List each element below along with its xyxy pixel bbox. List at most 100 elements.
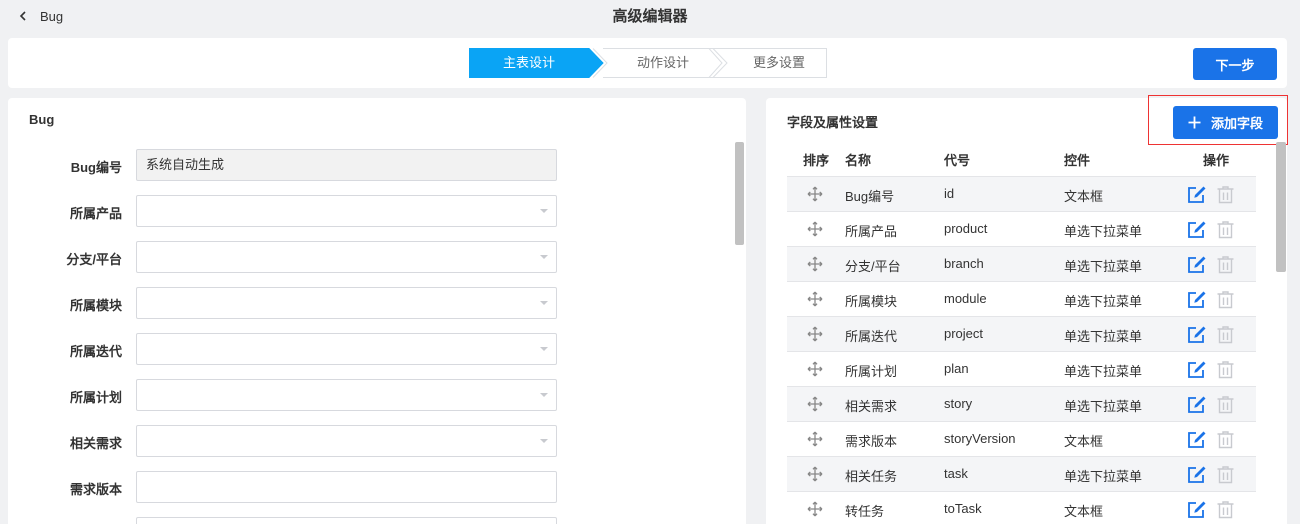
drag-handle-icon[interactable] — [807, 466, 823, 482]
fields-table-scrollbar[interactable] — [1276, 142, 1286, 272]
step-action-design[interactable]: 动作设计 — [603, 48, 723, 78]
form-row-bug-id: Bug编号 系统自动生成 — [8, 149, 746, 181]
field-control: 单选下拉菜单 — [1064, 294, 1143, 309]
caret-down-icon — [540, 255, 548, 259]
caret-down-icon — [540, 209, 548, 213]
story-version-field[interactable] — [136, 471, 557, 503]
delete-icon[interactable] — [1216, 255, 1235, 274]
field-code: branch — [944, 256, 984, 271]
caret-down-icon — [540, 347, 548, 351]
field-control: 单选下拉菜单 — [1064, 364, 1143, 379]
add-field-button[interactable]: 添加字段 — [1173, 106, 1278, 139]
form-scrollbar[interactable] — [735, 142, 744, 245]
form-title: Bug — [29, 112, 55, 127]
drag-handle-icon[interactable] — [807, 186, 823, 202]
plan-select[interactable] — [136, 379, 557, 411]
form-preview-panel: Bug Bug编号 系统自动生成 所属产品 分支/平台 所属模块 所属迭代 所属… — [8, 98, 746, 524]
edit-icon[interactable] — [1187, 325, 1206, 344]
drag-handle-icon[interactable] — [807, 361, 823, 377]
table-row: 相关任务 task 单选下拉菜单 — [787, 456, 1256, 491]
delete-icon[interactable] — [1216, 360, 1235, 379]
field-control: 单选下拉菜单 — [1064, 469, 1143, 484]
delete-icon[interactable] — [1216, 395, 1235, 414]
field-control: 文本框 — [1064, 504, 1104, 519]
next-field[interactable] — [136, 517, 557, 524]
form-row-story: 相关需求 — [8, 425, 746, 457]
field-code: toTask — [944, 501, 982, 516]
table-row: 需求版本 storyVersion 文本框 — [787, 421, 1256, 456]
table-row: Bug编号 id 文本框 — [787, 176, 1256, 211]
edit-icon[interactable] — [1187, 220, 1206, 239]
form-row-iteration: 所属迭代 — [8, 333, 746, 365]
step-wizard: 主表设计 动作设计 更多设置 — [469, 48, 827, 78]
field-label: 所属迭代 — [69, 344, 122, 359]
step-more-settings[interactable]: 更多设置 — [719, 48, 839, 78]
drag-handle-icon[interactable] — [807, 291, 823, 307]
field-label: 需求版本 — [69, 482, 122, 497]
caret-down-icon — [540, 393, 548, 397]
drag-handle-icon[interactable] — [807, 221, 823, 237]
delete-icon[interactable] — [1216, 465, 1235, 484]
edit-icon[interactable] — [1187, 185, 1206, 204]
fields-table-header: 排序 名称 代号 控件 操作 — [787, 142, 1256, 176]
drag-handle-icon[interactable] — [807, 431, 823, 447]
drag-handle-icon[interactable] — [807, 396, 823, 412]
page-title: 高级编辑器 — [612, 8, 688, 25]
branch-select[interactable] — [136, 241, 557, 273]
field-code: task — [944, 466, 968, 481]
edit-icon[interactable] — [1187, 395, 1206, 414]
form-row-branch: 分支/平台 — [8, 241, 746, 273]
drag-handle-icon[interactable] — [807, 326, 823, 342]
table-row: 转任务 toTask 文本框 — [787, 491, 1256, 524]
field-name: 所属模块 — [845, 294, 898, 309]
field-name: 分支/平台 — [845, 259, 901, 274]
delete-icon[interactable] — [1216, 185, 1235, 204]
field-name: 所属计划 — [845, 364, 898, 379]
form-row-plan: 所属计划 — [8, 379, 746, 411]
step-main-design[interactable]: 主表设计 — [469, 48, 589, 78]
field-label: 所属产品 — [69, 206, 122, 221]
form-row-module: 所属模块 — [8, 287, 746, 319]
edit-icon[interactable] — [1187, 500, 1206, 519]
field-code: id — [944, 186, 955, 201]
iteration-select[interactable] — [136, 333, 557, 365]
form-row-partial — [8, 517, 746, 524]
field-control: 文本框 — [1064, 189, 1104, 204]
delete-icon[interactable] — [1216, 430, 1235, 449]
table-row: 分支/平台 branch 单选下拉菜单 — [787, 246, 1256, 281]
drag-handle-icon[interactable] — [807, 256, 823, 272]
caret-down-icon — [540, 439, 548, 443]
field-name: 需求版本 — [845, 434, 898, 449]
field-control: 单选下拉菜单 — [1064, 224, 1143, 239]
field-label: 分支/平台 — [66, 252, 122, 267]
col-order: 排序 — [803, 153, 830, 168]
edit-icon[interactable] — [1187, 360, 1206, 379]
table-row: 所属计划 plan 单选下拉菜单 — [787, 351, 1256, 386]
field-code: project — [944, 326, 984, 341]
field-label: 相关需求 — [69, 436, 122, 451]
delete-icon[interactable] — [1216, 290, 1235, 309]
delete-icon[interactable] — [1216, 325, 1235, 344]
edit-icon[interactable] — [1187, 430, 1206, 449]
field-name: 相关需求 — [845, 399, 898, 414]
field-control: 文本框 — [1064, 434, 1104, 449]
field-code: product — [944, 221, 988, 236]
story-select[interactable] — [136, 425, 557, 457]
field-control: 单选下拉菜单 — [1064, 329, 1143, 344]
field-code: plan — [944, 361, 969, 376]
delete-icon[interactable] — [1216, 220, 1235, 239]
module-select[interactable] — [136, 287, 557, 319]
field-name: 转任务 — [845, 504, 885, 519]
edit-icon[interactable] — [1187, 290, 1206, 309]
field-code: storyVersion — [944, 431, 1016, 446]
drag-handle-icon[interactable] — [807, 501, 823, 517]
fields-panel-title: 字段及属性设置 — [787, 115, 879, 130]
edit-icon[interactable] — [1187, 465, 1206, 484]
field-label: 所属计划 — [69, 390, 122, 405]
plus-icon — [1188, 116, 1201, 129]
delete-icon[interactable] — [1216, 500, 1235, 519]
product-select[interactable] — [136, 195, 557, 227]
next-step-button[interactable]: 下一步 — [1193, 48, 1277, 80]
edit-icon[interactable] — [1187, 255, 1206, 274]
form-row-product: 所属产品 — [8, 195, 746, 227]
